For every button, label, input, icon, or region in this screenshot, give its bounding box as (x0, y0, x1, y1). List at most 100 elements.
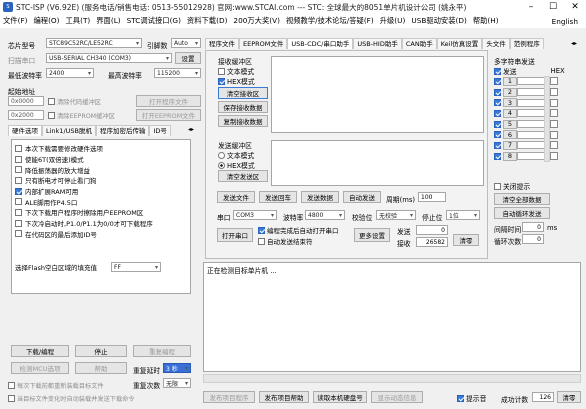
clear-send-button[interactable]: 清空发送区 (218, 170, 268, 182)
stop-button[interactable]: 停止 (75, 345, 127, 357)
multi-row-input[interactable] (517, 120, 547, 129)
send-file-button[interactable]: 发送文件 (217, 191, 255, 203)
help-button[interactable]: 帮助 (75, 362, 127, 374)
tab-can-assistant[interactable]: CAN助手 (401, 38, 437, 49)
multi-row-send-button[interactable]: 3 (503, 98, 517, 108)
option-0-check[interactable] (15, 144, 22, 152)
multi-send-all-check[interactable] (494, 67, 501, 75)
option-2[interactable]: 降低振荡器的放大增益 (12, 164, 190, 175)
multi-row-hex-check[interactable] (550, 141, 558, 150)
close-tip-check[interactable] (494, 182, 501, 190)
recv-text-mode[interactable]: 文本模式 (218, 66, 254, 76)
multi-row-check[interactable] (494, 131, 501, 139)
open-port-button[interactable]: 打开串口 (217, 228, 253, 242)
menu-interface[interactable]: 界面(L) (96, 16, 120, 26)
tab-encrypt[interactable]: 程序加密后传输 (95, 125, 150, 136)
tip-sound-checkbox[interactable]: 提示音 (457, 393, 486, 403)
option-2-check[interactable] (15, 166, 22, 174)
stopbits-select[interactable]: 1位 (446, 210, 480, 220)
right-tab-scroll-icon[interactable]: ◂▸ (571, 40, 577, 47)
clear-code-checkbox[interactable]: 清除代码缓冲区 (48, 97, 101, 106)
settings-button[interactable]: 设置 (175, 52, 201, 64)
recv-text-check[interactable] (218, 67, 225, 75)
port-select[interactable]: USB-SERIAL CH340 (COM3) (46, 53, 172, 63)
option-7[interactable]: 下次冷启动时,P1.0/P1.1为0/0才可下载程序 (12, 218, 190, 229)
multi-row-hex-check[interactable] (550, 152, 558, 161)
multi-row-check[interactable] (494, 88, 501, 96)
clear-all-button[interactable]: 清空全部数据 (494, 193, 550, 205)
multi-row-input[interactable] (517, 141, 547, 150)
auto-end-check[interactable] (258, 237, 265, 245)
menu-prize[interactable]: 200万大奖(V) (233, 16, 280, 26)
send-hex-mode[interactable]: HEX模式 (218, 160, 255, 170)
show-info-button[interactable]: 显示动态信息 (371, 391, 423, 403)
copy-recv-button[interactable]: 复制接收数据 (218, 115, 268, 127)
menu-english[interactable]: English (552, 17, 578, 26)
auto-send-checkbox[interactable]: 当目标文件变化时自动装载并发送下载命令 (8, 394, 135, 403)
period-input[interactable]: 100 (418, 192, 446, 202)
publish-help-button[interactable]: 发布项目帮助 (259, 391, 309, 403)
tab-keil-settings[interactable]: Keil仿真设置 (436, 38, 483, 49)
clear-code-check[interactable] (48, 98, 55, 105)
option-3-check[interactable] (15, 176, 22, 184)
menu-usb-driver[interactable]: USB驱动安装(D) (411, 16, 466, 26)
menu-file[interactable]: 文件(F) (3, 16, 27, 26)
multi-row-send-button[interactable]: 5 (503, 119, 517, 129)
option-6[interactable]: 下次下载用户程序时擦除用户EEPROM区 (12, 207, 190, 218)
recv-hex-mode[interactable]: HEX模式 (218, 76, 255, 86)
tip-sound-check[interactable] (457, 394, 464, 402)
tab-hardware[interactable]: 硬件选项 (8, 125, 42, 136)
option-4[interactable]: 内部扩展RAM可用 (12, 186, 190, 197)
send-enter-button[interactable]: 发送回车 (259, 191, 297, 203)
auto-open-check[interactable] (258, 226, 265, 234)
clear-eeprom-check[interactable] (48, 112, 55, 119)
right-port-select[interactable]: COM3 (233, 210, 277, 220)
option-1-check[interactable] (15, 155, 22, 163)
multi-row-hex-check[interactable] (550, 88, 558, 97)
tab-hid-assistant[interactable]: USB-HID助手 (353, 38, 402, 49)
multi-row-check[interactable] (494, 141, 501, 149)
multi-row-input[interactable] (517, 130, 547, 139)
menu-debug[interactable]: STC调试接口(G) (127, 16, 181, 26)
menu-video[interactable]: 视频教学/技术论坛/答疑(F) (286, 16, 374, 26)
multi-row-check[interactable] (494, 99, 501, 107)
multi-row-input[interactable] (517, 152, 547, 161)
tab-eeprom-file[interactable]: EEPROM文件 (239, 38, 288, 49)
menu-download[interactable]: 资料下载(D) (187, 16, 228, 26)
option-1[interactable]: 使能6T(双倍速)模式 (12, 154, 190, 165)
multi-row-hex-check[interactable] (550, 120, 558, 129)
option-6-check[interactable] (15, 208, 22, 216)
multi-row-send-button[interactable]: 4 (503, 108, 517, 118)
option-5[interactable]: ALE脚用作P4.5口 (12, 196, 190, 207)
send-data-button[interactable]: 发送数据 (301, 191, 339, 203)
retry-delay-select[interactable]: 3 秒 (163, 363, 191, 373)
tab-program-file[interactable]: 程序文件 (205, 38, 239, 49)
multi-row-input[interactable] (517, 77, 547, 86)
multi-row-check[interactable] (494, 120, 501, 128)
save-recv-button[interactable]: 保存接收数据 (218, 101, 268, 113)
engine-select[interactable]: Auto (171, 38, 201, 48)
menu-upgrade[interactable]: 升级(U) (380, 16, 406, 26)
close-icon[interactable]: ✕ (564, 0, 586, 14)
auto-send-button[interactable]: 自动发送 (343, 191, 381, 203)
max-baud-select[interactable]: 115200 (154, 68, 201, 78)
maximize-icon[interactable]: ☐ (542, 0, 564, 14)
close-tip-checkbox[interactable]: 关闭提示 (494, 181, 530, 191)
read-disk-id-button[interactable]: 读取本机硬盘号 (313, 391, 367, 403)
interval-input[interactable]: 0 (522, 222, 544, 232)
tab-link1[interactable]: Link1/USB脱机 (42, 125, 96, 136)
download-button[interactable]: 下载/编程 (11, 345, 69, 357)
multi-row-send-button[interactable]: 7 (503, 140, 517, 150)
send-text-mode[interactable]: 文本模式 (218, 150, 254, 160)
more-settings-button[interactable]: 更多设置 (354, 228, 390, 242)
retry-count-select[interactable]: 无限 (163, 378, 191, 388)
open-eeprom-button[interactable]: 打开EEPROM文件 (136, 109, 201, 121)
multi-row-input[interactable] (517, 88, 547, 97)
recv-textarea[interactable] (271, 56, 484, 133)
minimize-icon[interactable]: – (520, 0, 542, 14)
option-7-check[interactable] (15, 219, 22, 227)
addr2-input[interactable]: 0x2000 (8, 110, 44, 120)
multi-row-send-button[interactable]: 8 (503, 151, 517, 161)
multi-row-check[interactable] (494, 77, 501, 85)
menu-tools[interactable]: 工具(T) (66, 16, 91, 26)
